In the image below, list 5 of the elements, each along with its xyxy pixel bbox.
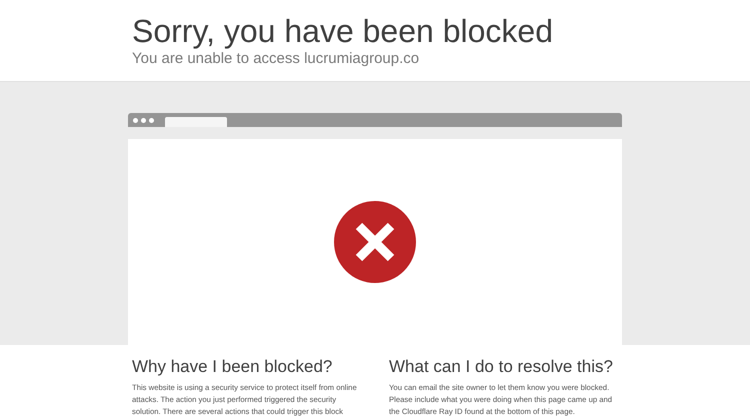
error-icon	[333, 200, 417, 284]
page-title: Sorry, you have been blocked	[132, 12, 553, 50]
section-heading: What can I do to resolve this?	[389, 357, 613, 377]
section-heading: Why have I been blocked?	[132, 357, 332, 377]
page-subtitle: You are unable to access lucrumiagroup.co	[132, 50, 420, 68]
